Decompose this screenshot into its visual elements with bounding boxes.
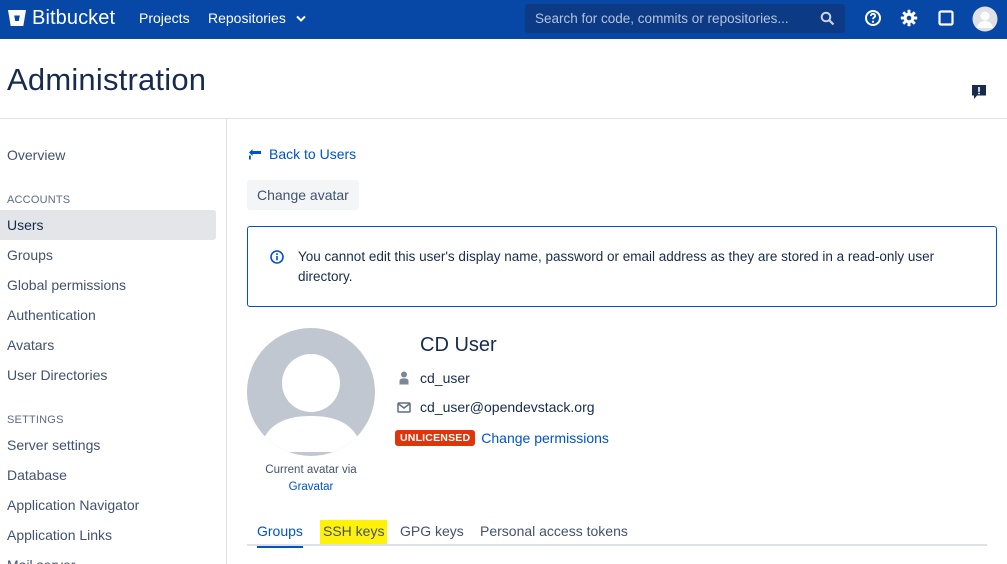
user-tabs: Groups SSH keys GPG keys Personal access… <box>247 520 987 548</box>
change-avatar-button[interactable]: Change avatar <box>247 180 359 210</box>
user-avatar-icon[interactable] <box>972 6 998 32</box>
sidebar-item-database[interactable]: Database <box>0 460 216 490</box>
sidebar-divider <box>226 119 227 564</box>
chevron-down-icon <box>296 16 306 23</box>
tab-personal-access-tokens[interactable]: Personal access tokens <box>480 520 628 544</box>
sidebar-item-groups[interactable]: Groups <box>0 240 216 270</box>
change-permissions-link[interactable]: Change permissions <box>481 430 609 446</box>
user-display-name: CD User <box>420 334 497 356</box>
search-icon[interactable] <box>820 11 835 26</box>
avatar-caption-text: Current avatar via <box>265 464 357 476</box>
sidebar-item-application-links[interactable]: Application Links <box>0 520 216 550</box>
license-row: UNLICENSED Change permissions <box>395 430 609 446</box>
search-input[interactable] <box>525 4 815 33</box>
header-divider <box>0 118 1007 119</box>
back-to-users-link[interactable]: Back to Users <box>248 146 356 162</box>
nav-projects[interactable]: Projects <box>139 10 190 26</box>
sidebar-item-users[interactable]: Users <box>0 210 216 240</box>
tab-ssh-keys[interactable]: SSH keys <box>320 520 388 544</box>
user-avatar-large <box>247 328 375 456</box>
person-icon <box>399 371 409 385</box>
sidebar-item-user-directories[interactable]: User Directories <box>0 360 216 390</box>
gear-icon[interactable] <box>900 9 918 27</box>
sidebar-item-mail-server[interactable]: Mail server <box>0 550 216 564</box>
default-avatar-icon <box>259 354 363 452</box>
info-message-box: You cannot edit this user's display name… <box>247 226 997 307</box>
help-icon[interactable] <box>864 9 882 27</box>
unlicensed-badge: UNLICENSED <box>395 430 476 446</box>
email-text: cd_user@opendevstack.org <box>420 399 595 415</box>
arrow-left-icon <box>249 149 261 160</box>
avatar-caption: Current avatar via Gravatar <box>247 462 375 496</box>
sidebar-item-server-settings[interactable]: Server settings <box>0 430 216 460</box>
sidebar-heading-accounts: ACCOUNTS <box>7 194 71 206</box>
email-row: cd_user@opendevstack.org <box>397 399 595 415</box>
nav-repositories-label: Repositories <box>208 10 286 26</box>
tab-gpg-keys[interactable]: GPG keys <box>400 520 464 544</box>
top-navigation-bar: Bitbucket Projects Repositories <box>0 0 1007 39</box>
username-row: cd_user <box>397 370 470 386</box>
sidebar-item-overview[interactable]: Overview <box>0 140 216 170</box>
mail-icon <box>397 401 411 413</box>
sidebar-heading-settings: SETTINGS <box>7 414 64 426</box>
sidebar-item-application-navigator[interactable]: Application Navigator <box>0 490 216 520</box>
username-text: cd_user <box>420 370 470 386</box>
app-name: Bitbucket <box>32 6 116 29</box>
search-box <box>525 4 845 33</box>
feedback-icon[interactable] <box>971 84 987 100</box>
nav-repositories[interactable]: Repositories <box>208 10 306 26</box>
bitbucket-icon <box>8 10 26 26</box>
sidebar-item-global-permissions[interactable]: Global permissions <box>0 270 216 300</box>
sidebar-item-authentication[interactable]: Authentication <box>0 300 216 330</box>
notifications-icon[interactable] <box>937 9 955 27</box>
bitbucket-logo[interactable]: Bitbucket <box>7 5 115 31</box>
back-to-users-label: Back to Users <box>269 146 357 162</box>
tab-groups[interactable]: Groups <box>257 520 303 548</box>
page-title: Administration <box>7 62 207 97</box>
info-message-text: You cannot edit this user's display name… <box>298 249 935 284</box>
gravatar-link[interactable]: Gravatar <box>289 481 334 493</box>
sidebar-item-avatars[interactable]: Avatars <box>0 330 216 360</box>
info-icon <box>270 250 284 264</box>
